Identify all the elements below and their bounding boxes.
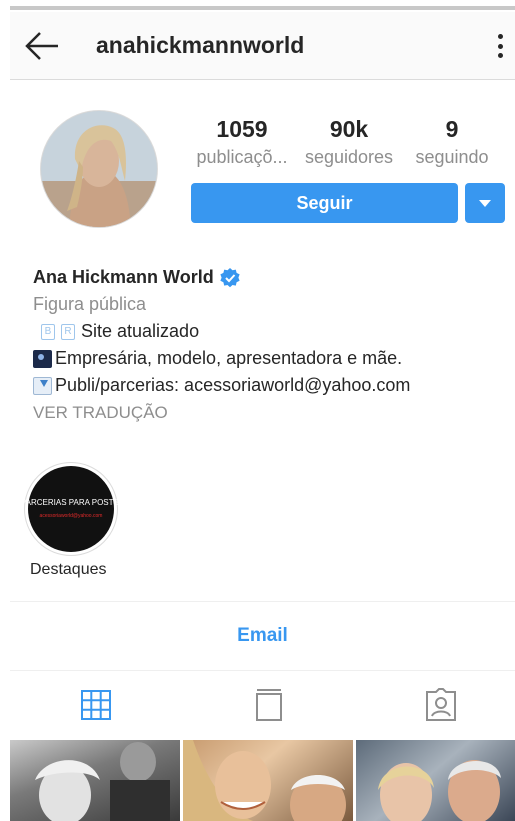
highlight-label: Destaques: [30, 561, 107, 578]
post-thumbnail[interactable]: [183, 740, 353, 821]
tagged-icon: [426, 688, 456, 721]
night-sky-icon: [33, 350, 52, 369]
bio-line-roles-text: Empresária, modelo, apresentadora e mãe.: [55, 348, 403, 368]
followers-count-value: 90k: [329, 116, 369, 142]
status-bar-strip: [0, 0, 515, 12]
profile-category: Figura pública: [33, 294, 147, 314]
follow-button[interactable]: Seguir: [191, 183, 458, 223]
posts-count[interactable]: 1059 publicaçõ...: [190, 116, 294, 168]
feed-icon: [256, 689, 282, 721]
inbox-tray-icon: [33, 377, 52, 396]
email-button[interactable]: Email: [10, 602, 515, 670]
profile-name-row: Ana Hickmann World: [33, 264, 503, 291]
photo-grid: [10, 740, 515, 821]
app-header: anahickmannworld: [10, 12, 515, 80]
suggested-accounts-button[interactable]: [465, 183, 505, 223]
following-count-label: seguindo: [415, 147, 489, 167]
highlight-cover: PARCERIAS PARA POSTS. acessoriaworld@yah…: [21, 466, 121, 552]
posts-count-value: 1059: [216, 116, 268, 142]
post-thumbnail[interactable]: [10, 740, 180, 821]
verified-badge-icon: [220, 267, 240, 287]
following-count-value: 9: [445, 116, 459, 142]
bio-line-roles: Empresária, modelo, apresentadora e mãe.: [33, 345, 503, 372]
following-count[interactable]: 9 seguindo: [405, 116, 499, 168]
highlight-cover-title: PARCERIAS PARA POSTS.: [20, 498, 122, 507]
bio-line-contact-text[interactable]: Publi/parcerias: acessoriaworld@yahoo.co…: [55, 375, 410, 395]
posts-count-label: publicaçõ...: [196, 147, 288, 167]
tab-tagged[interactable]: [424, 688, 458, 722]
avatar[interactable]: [40, 110, 158, 228]
profile-bio: Ana Hickmann World Figura pública B R Site…: [33, 264, 503, 426]
divider: [10, 670, 515, 671]
profile-tabs: [10, 672, 515, 740]
post-thumbnail[interactable]: [356, 740, 515, 821]
profile-name: Ana Hickmann World: [33, 267, 214, 287]
bio-line-contact: Publi/parcerias: acessoriaworld@yahoo.co…: [33, 372, 503, 399]
bio-line-site: B R Site atualizado: [33, 318, 503, 345]
tab-grid[interactable]: [79, 688, 113, 722]
more-options-icon[interactable]: [495, 30, 505, 62]
bio-line-site-text: Site atualizado: [81, 321, 200, 341]
highlight-cover-email: acessoriaworld@yahoo.com: [39, 513, 103, 519]
followers-count-label: seguidores: [304, 147, 394, 167]
followers-count[interactable]: 90k seguidores: [297, 116, 401, 168]
tab-feed[interactable]: [252, 688, 286, 722]
letter-b-icon: B: [41, 324, 55, 341]
profile-username: anahickmannworld: [96, 32, 305, 58]
see-translation-link[interactable]: VER TRADUÇÃO: [33, 399, 503, 426]
chevron-down-icon: [479, 199, 491, 207]
back-arrow-icon[interactable]: [24, 28, 62, 64]
letter-r-icon: R: [61, 324, 75, 341]
grid-icon: [81, 690, 111, 720]
story-highlight[interactable]: PARCERIAS PARA POSTS. acessoriaworld@yah…: [21, 462, 121, 556]
